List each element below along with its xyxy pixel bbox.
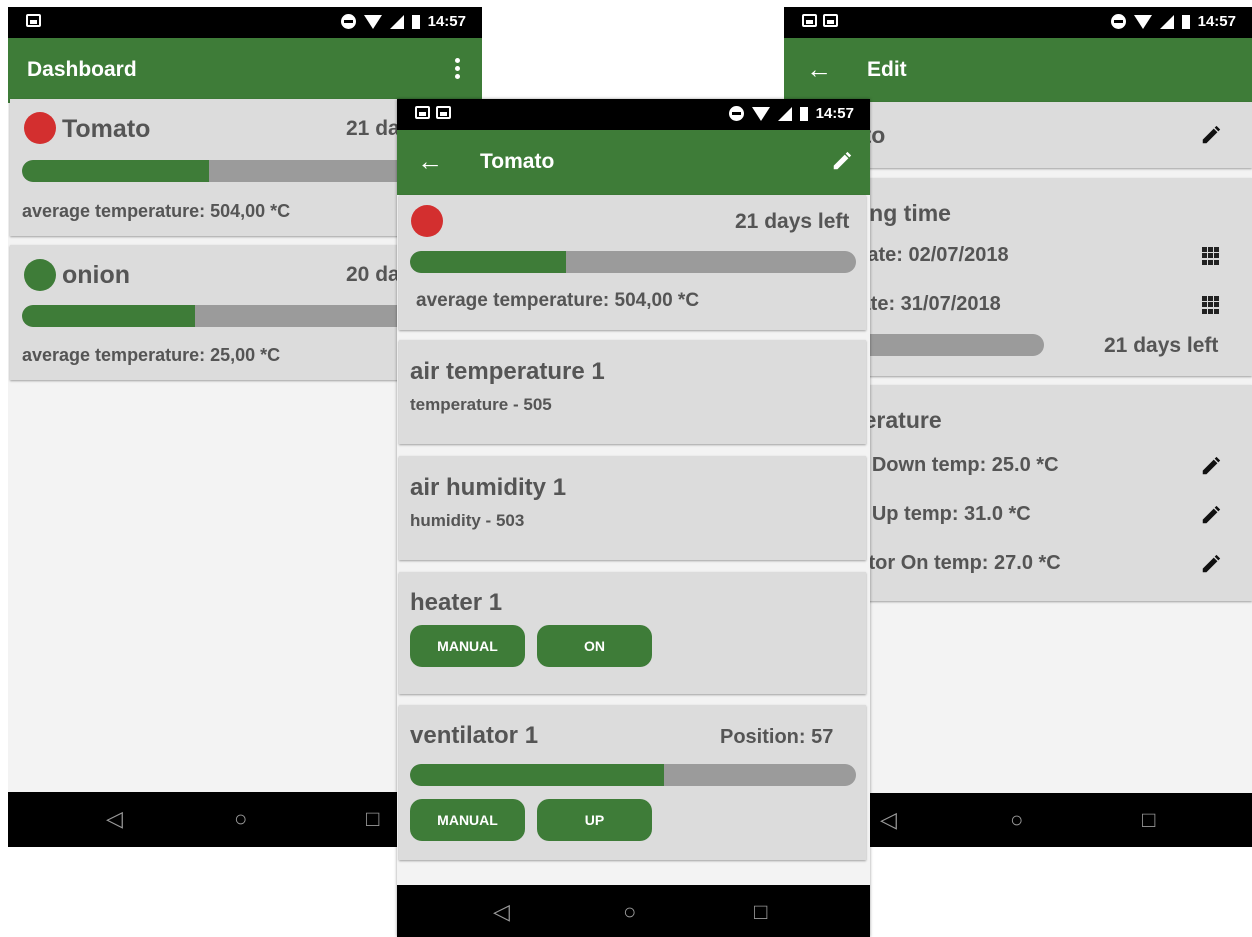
summary-card: 21 days left average temperature: 504,00… [399, 195, 866, 330]
wifi-icon [751, 106, 770, 121]
back-arrow-icon[interactable]: ← [417, 146, 443, 177]
more-options-icon[interactable] [455, 58, 460, 79]
wifi-icon [1133, 14, 1152, 29]
edit-name-pencil-icon[interactable] [1200, 124, 1222, 146]
state-button[interactable]: ON [537, 625, 652, 667]
status-dot-icon [411, 205, 443, 237]
status-bar: 14:57 [397, 99, 870, 130]
do-not-disturb-icon [728, 106, 744, 121]
signal-icon [777, 106, 792, 121]
image-icon [802, 14, 817, 27]
device-title: heater 1 [410, 589, 503, 616]
activity-icon [436, 106, 451, 119]
recents-nav-icon[interactable]: □ [1142, 807, 1155, 833]
home-nav-icon[interactable]: ○ [234, 806, 247, 832]
status-dot-icon [24, 259, 56, 291]
device-card-heater: heater 1 MANUAL ON [399, 572, 866, 694]
back-nav-icon[interactable]: ◁ [880, 807, 897, 833]
position-bar [410, 764, 856, 786]
back-arrow-icon[interactable]: ← [806, 54, 832, 85]
up-button[interactable]: UP [537, 799, 652, 841]
plant-name: onion [62, 261, 131, 289]
calendar-icon[interactable] [1202, 296, 1220, 314]
growth-progress-bar [410, 251, 856, 273]
edit-pencil-icon[interactable] [1200, 553, 1222, 575]
status-bar: 14:57 [8, 7, 482, 38]
activity-icon [26, 14, 41, 27]
recents-nav-icon[interactable]: □ [366, 806, 379, 832]
home-nav-icon[interactable]: ○ [623, 899, 636, 925]
average-temperature: average temperature: 504,00 *C [416, 290, 700, 311]
sensor-card-air-temperature[interactable]: air temperature 1 temperature - 505 [399, 340, 866, 444]
position-label: Position: 57 [720, 726, 834, 748]
page-title: Tomato [480, 150, 555, 173]
edit-pencil-icon[interactable] [831, 150, 853, 172]
app-bar: ← Tomato [397, 130, 870, 195]
growth-progress-fill [22, 160, 209, 182]
average-temperature: average temperature: 25,00 *C [22, 345, 281, 365]
signal-icon [389, 14, 404, 29]
status-time: 14:57 [815, 105, 854, 122]
navigation-bar: ◁ ○ □ [397, 885, 870, 937]
battery-icon [411, 14, 420, 29]
mode-button[interactable]: MANUAL [410, 625, 525, 667]
sensor-value: humidity - 503 [410, 511, 525, 530]
device-card-ventilator: ventilator 1 Position: 57 MANUAL UP [399, 705, 866, 860]
status-bar: 14:57 [784, 7, 1252, 38]
detail-screen: 14:57 ← Tomato 21 days left average temp… [397, 99, 870, 937]
sensor-value: temperature - 505 [410, 395, 552, 414]
back-nav-icon[interactable]: ◁ [493, 899, 510, 925]
do-not-disturb-icon [1110, 14, 1126, 29]
app-bar: Dashboard [8, 38, 482, 103]
wifi-icon [363, 14, 382, 29]
app-bar: ← Edit [784, 38, 1252, 103]
image-icon [415, 106, 430, 119]
growth-progress-fill [22, 305, 195, 327]
edit-pencil-icon[interactable] [1200, 504, 1222, 526]
recents-nav-icon[interactable]: □ [754, 899, 767, 925]
device-title: ventilator 1 [410, 722, 539, 749]
position-fill [410, 764, 665, 786]
days-left: 21 days left [735, 210, 850, 233]
sensor-title: air humidity 1 [410, 474, 567, 501]
status-time: 14:57 [1197, 13, 1236, 30]
page-title: Edit [867, 58, 907, 81]
status-time: 14:57 [427, 13, 466, 30]
edit-pencil-icon[interactable] [1200, 455, 1222, 477]
sensor-card-air-humidity[interactable]: air humidity 1 humidity - 503 [399, 456, 866, 560]
page-title: Dashboard [27, 58, 137, 81]
mode-button[interactable]: MANUAL [410, 799, 525, 841]
days-left: 21 days left [1104, 334, 1219, 357]
sensor-title: air temperature 1 [410, 358, 605, 385]
plant-name: Tomato [62, 115, 151, 143]
growth-progress-fill [410, 251, 567, 273]
home-nav-icon[interactable]: ○ [1010, 807, 1023, 833]
back-nav-icon[interactable]: ◁ [106, 806, 123, 832]
activity-icon [823, 14, 838, 27]
battery-icon [1181, 14, 1190, 29]
do-not-disturb-icon [340, 14, 356, 29]
signal-icon [1159, 14, 1174, 29]
battery-icon [799, 106, 808, 121]
average-temperature: average temperature: 504,00 *C [22, 201, 291, 221]
status-dot-icon [24, 112, 56, 144]
calendar-icon[interactable] [1202, 247, 1220, 265]
